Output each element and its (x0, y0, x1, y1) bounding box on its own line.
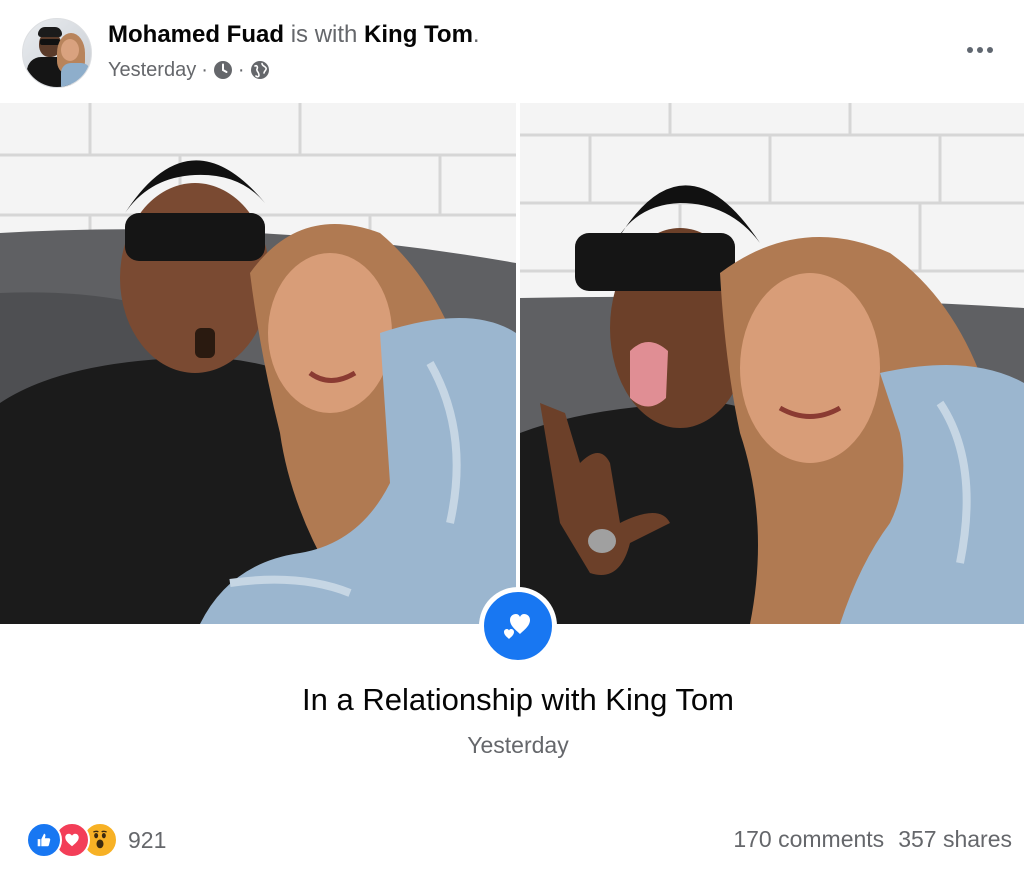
author-name-link[interactable]: Mohamed Fuad (108, 21, 284, 48)
dot (977, 47, 983, 53)
dot (987, 47, 993, 53)
shares-count-link[interactable]: 357 shares (898, 826, 1012, 852)
life-event-date: Yesterday (467, 732, 569, 758)
meta-separator: · (201, 59, 208, 81)
avatar-jacket-woman (61, 63, 91, 87)
avatar-sunglasses (40, 39, 60, 45)
globe-icon[interactable] (250, 60, 270, 80)
post-timestamp-link[interactable]: Yesterday (108, 57, 196, 83)
post-title: Mohamed Fuad is with King Tom. (108, 20, 480, 50)
author-avatar[interactable] (22, 18, 92, 88)
dot (967, 47, 973, 53)
reactions-summary[interactable]: 921 (26, 822, 166, 858)
post-header: Mohamed Fuad is with King Tom. Yesterday… (0, 0, 1024, 100)
more-options-icon[interactable] (960, 36, 1000, 64)
avatar-hair-man (38, 27, 62, 37)
avatar-face-woman (61, 39, 79, 61)
photo-right-image (520, 103, 1024, 624)
meta-separator: · (237, 59, 245, 81)
engagement-counts: 170 comments 357 shares (733, 826, 1012, 853)
relationship-hearts-icon (479, 587, 557, 665)
with-connector: is with (290, 21, 358, 48)
photo-left-image (0, 103, 516, 624)
reaction-count: 921 (128, 826, 167, 853)
photo-left[interactable] (0, 103, 516, 624)
life-event-title[interactable]: In a Relationship with King Tom (0, 680, 1024, 720)
photo-grid (0, 103, 1024, 624)
title-period: . (472, 21, 480, 48)
photo-right[interactable] (520, 103, 1024, 624)
clock-icon (213, 60, 233, 80)
tagged-user-link[interactable]: King Tom (364, 21, 473, 48)
comments-count-link[interactable]: 170 comments (733, 826, 884, 852)
post-meta: Yesterday · · (108, 57, 270, 83)
like-reaction-icon (26, 822, 62, 858)
